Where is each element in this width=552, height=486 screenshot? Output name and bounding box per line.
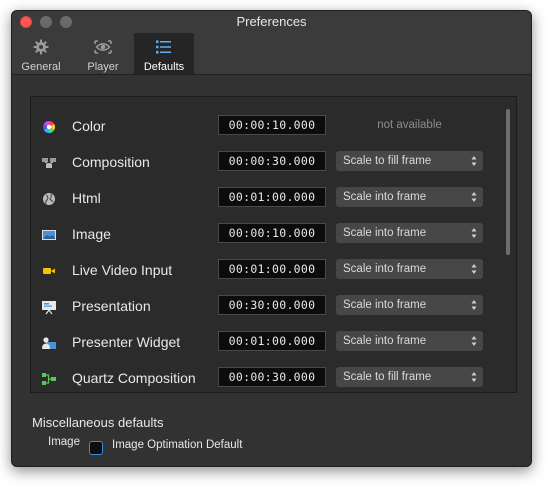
updown-arrows-icon bbox=[471, 264, 477, 274]
image-icon bbox=[42, 230, 56, 240]
updown-arrows-icon bbox=[471, 300, 477, 310]
scaling-select[interactable]: Scale to fill frame bbox=[336, 367, 483, 387]
default-row-composition: Composition 00:00:30.000 Scale to fill f… bbox=[31, 145, 503, 181]
default-row-html: Html 00:01:00.000 Scale into frame bbox=[31, 181, 503, 217]
image-optimization-label: Image Optimation Default bbox=[112, 439, 243, 451]
duration-field[interactable]: 00:01:00.000 bbox=[218, 187, 326, 207]
eye-icon bbox=[94, 40, 112, 54]
default-name: Presenter Widget bbox=[72, 334, 181, 350]
globe-icon bbox=[43, 193, 55, 205]
scaling-select-value: Scale to fill frame bbox=[343, 371, 432, 383]
color-wheel-icon bbox=[42, 121, 56, 133]
scaling-select[interactable]: Scale into frame bbox=[336, 295, 483, 315]
default-row-quartz-composition: Quartz Composition 00:00:30.000 Scale to… bbox=[31, 361, 503, 397]
updown-arrows-icon bbox=[471, 336, 477, 346]
gear-icon bbox=[33, 39, 49, 55]
scaling-select-value: Scale into frame bbox=[343, 263, 427, 275]
preferences-toolbar: General Player Defaults bbox=[12, 33, 531, 75]
default-name: Html bbox=[72, 190, 101, 206]
camera-icon bbox=[43, 268, 55, 274]
tab-defaults[interactable]: Defaults bbox=[134, 33, 194, 74]
default-name: Presentation bbox=[72, 298, 151, 314]
window-title: Preferences bbox=[236, 14, 307, 29]
vertical-scrollbar[interactable] bbox=[506, 109, 510, 255]
updown-arrows-icon bbox=[471, 156, 477, 166]
misc-defaults-heading: Miscellaneous defaults bbox=[32, 415, 164, 430]
duration-field[interactable]: 00:01:00.000 bbox=[218, 259, 326, 279]
image-optimization-checkbox[interactable] bbox=[89, 441, 103, 455]
scaling-select-value: Scale into frame bbox=[343, 335, 427, 347]
duration-field[interactable]: 00:00:10.000 bbox=[218, 115, 326, 135]
misc-image-label: Image bbox=[48, 436, 80, 448]
scaling-select-value: Scale to fill frame bbox=[343, 155, 432, 167]
duration-field[interactable]: 00:30:00.000 bbox=[218, 295, 326, 315]
updown-arrows-icon bbox=[471, 372, 477, 382]
scaling-select-value: Scale into frame bbox=[343, 227, 427, 239]
composition-icon bbox=[42, 158, 56, 168]
scaling-select[interactable]: Scale to fill frame bbox=[336, 151, 483, 171]
quartz-icon bbox=[42, 373, 56, 385]
scaling-unavailable-text: not available bbox=[377, 119, 442, 131]
default-name: Live Video Input bbox=[72, 262, 173, 278]
default-name: Quartz Composition bbox=[72, 370, 196, 386]
default-row-image: Image 00:00:10.000 Scale into frame bbox=[31, 217, 503, 253]
duration-field[interactable]: 00:00:30.000 bbox=[218, 367, 326, 387]
default-row-live-video-input: Live Video Input 00:01:00.000 Scale into… bbox=[31, 253, 503, 289]
default-name: Image bbox=[72, 226, 111, 242]
scaling-select[interactable]: Scale into frame bbox=[336, 223, 483, 243]
presentation-icon bbox=[42, 301, 56, 315]
scaling-select[interactable]: Scale into frame bbox=[336, 187, 483, 207]
tab-general-label: General bbox=[21, 61, 61, 73]
preferences-window: Preferences General Player Defaults Colo… bbox=[11, 10, 532, 467]
default-row-presenter-widget: Presenter Widget 00:01:00.000 Scale into… bbox=[31, 325, 503, 361]
list-icon bbox=[156, 40, 171, 54]
presenter-icon bbox=[42, 337, 56, 349]
scaling-select-value: Scale into frame bbox=[343, 299, 427, 311]
default-name: Color bbox=[72, 118, 106, 134]
duration-field[interactable]: 00:01:00.000 bbox=[218, 331, 326, 351]
scaling-select[interactable]: Scale into frame bbox=[336, 259, 483, 279]
default-name: Composition bbox=[72, 154, 150, 170]
updown-arrows-icon bbox=[471, 228, 477, 238]
tab-defaults-label: Defaults bbox=[143, 61, 185, 73]
scaling-select[interactable]: Scale into frame bbox=[336, 331, 483, 351]
tab-general[interactable]: General bbox=[12, 33, 70, 74]
default-row-color: Color 00:00:10.000 not available bbox=[31, 109, 503, 145]
scaling-select-value: Scale into frame bbox=[343, 191, 427, 203]
defaults-list[interactable]: Color 00:00:10.000 not available Composi… bbox=[30, 96, 517, 393]
tab-player-label: Player bbox=[87, 61, 119, 73]
default-row-presentation: Presentation 00:30:00.000 Scale into fra… bbox=[31, 289, 503, 325]
duration-field[interactable]: 00:00:30.000 bbox=[218, 151, 326, 171]
title-bar: Preferences bbox=[12, 11, 531, 33]
tab-player[interactable]: Player bbox=[74, 33, 132, 74]
duration-field[interactable]: 00:00:10.000 bbox=[218, 223, 326, 243]
updown-arrows-icon bbox=[471, 192, 477, 202]
